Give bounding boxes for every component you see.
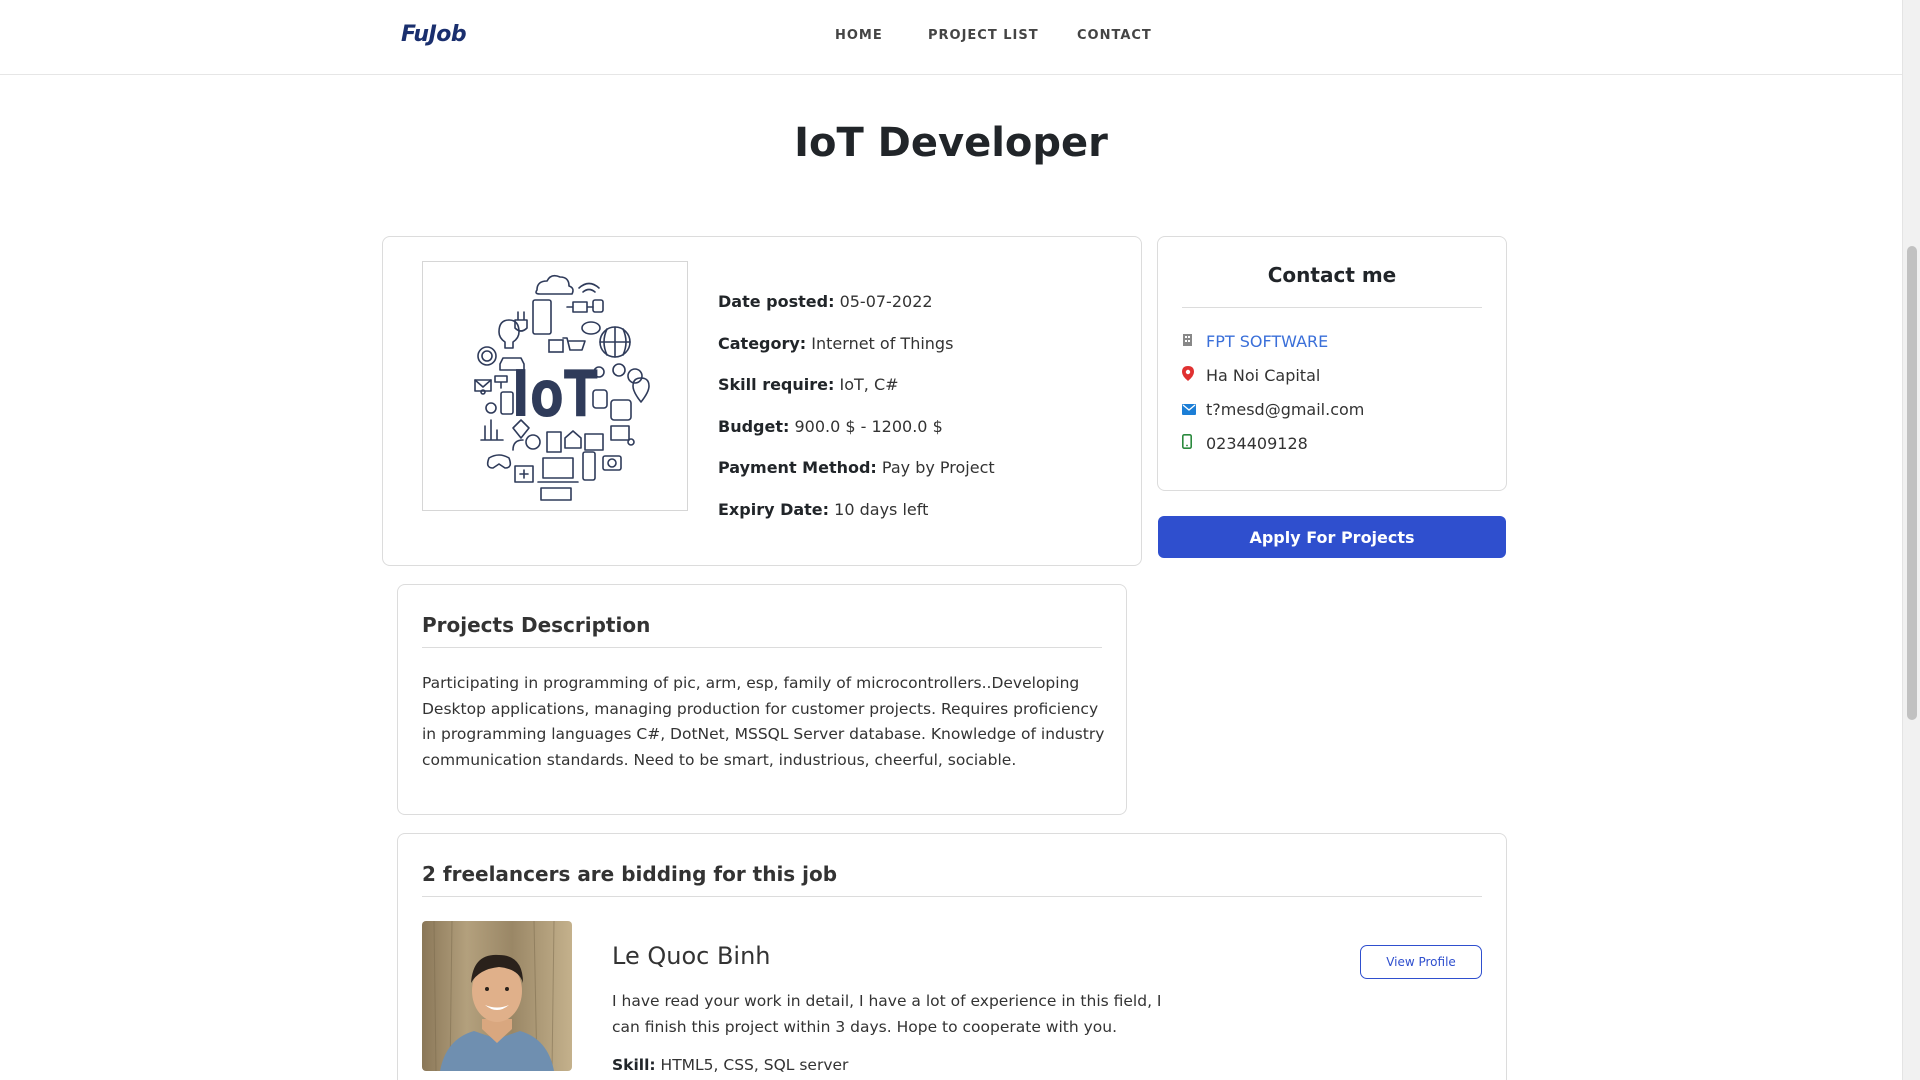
map-pin-icon xyxy=(1182,366,1206,385)
nav-contact[interactable]: CONTACT xyxy=(1077,28,1152,43)
envelope-icon xyxy=(1182,400,1206,419)
divider xyxy=(422,896,1482,897)
detail-category: Category: Internet of Things xyxy=(718,334,995,376)
description-text: Participating in programming of pic, arm… xyxy=(422,674,1105,769)
iot-image-label: IoT xyxy=(511,358,598,432)
divider xyxy=(1182,307,1482,308)
detail-value: Internet of Things xyxy=(811,333,954,353)
view-profile-button[interactable]: View Profile xyxy=(1360,945,1482,979)
scrollbar-thumb[interactable] xyxy=(1907,246,1917,720)
detail-value: Pay by Project xyxy=(881,458,995,477)
detail-payment-method: Payment Method: Pay by Project xyxy=(718,458,995,500)
company-link[interactable]: FPT SOFTWARE xyxy=(1206,332,1328,351)
detail-date-posted: Date posted: 05-07-2022 xyxy=(718,292,995,334)
contact-card: Contact me FPT SOFTWARE Ha Noi Capital t… xyxy=(1157,236,1507,491)
email-text: t?mesd@gmail.com xyxy=(1206,400,1365,419)
project-info-card: IoT Date posted: 05-07-2022 Category: In… xyxy=(382,236,1142,566)
page-title: IoT Developer xyxy=(794,120,1108,166)
detail-skill-require: Skill require: IoT, C# xyxy=(718,375,995,417)
project-image: IoT xyxy=(422,261,688,511)
contact-phone: 0234409128 xyxy=(1182,434,1364,468)
detail-value: 10 days left xyxy=(834,499,929,519)
contact-email: t?mesd@gmail.com xyxy=(1182,400,1364,434)
detail-label: Payment Method: xyxy=(718,458,877,477)
project-details: Date posted: 05-07-2022 Category: Intern… xyxy=(718,292,995,541)
nav-project-list[interactable]: PROJECT LIST xyxy=(928,28,1039,43)
detail-label: Expiry Date: xyxy=(718,499,830,519)
contact-title: Contact me xyxy=(1267,263,1397,287)
detail-budget: Budget: 900.0 $ - 1200.0 $ xyxy=(718,417,995,459)
page-scrollbar[interactable] xyxy=(1902,0,1920,1080)
contact-location: Ha Noi Capital xyxy=(1182,366,1364,400)
detail-value: 900.0 $ - 1200.0 $ xyxy=(794,416,943,436)
logo[interactable]: FuJob xyxy=(401,22,467,47)
detail-expiry-date: Expiry Date: 10 days left xyxy=(718,500,995,542)
nav-home[interactable]: HOME xyxy=(835,28,883,43)
phone-icon xyxy=(1182,434,1206,453)
skill-value: HTML5, CSS, SQL server xyxy=(660,1056,849,1074)
detail-value: IoT, C# xyxy=(839,375,899,394)
detail-label: Skill require: xyxy=(718,375,835,394)
apply-for-projects-button[interactable]: Apply For Projects xyxy=(1158,516,1506,558)
detail-value: 05-07-2022 xyxy=(839,292,933,311)
skill-label: Skill: xyxy=(612,1056,656,1074)
contact-company: FPT SOFTWARE xyxy=(1182,332,1364,366)
bids-card: 2 freelancers are bidding for this job L… xyxy=(397,833,1507,1080)
bidder-skill: Skill: HTML5, CSS, SQL server xyxy=(612,1056,848,1074)
logo-text: FuJob xyxy=(401,22,467,47)
avatar xyxy=(422,921,572,1071)
divider xyxy=(422,647,1102,648)
bids-title: 2 freelancers are bidding for this job xyxy=(422,862,838,886)
detail-label: Category: xyxy=(718,333,807,353)
contact-list: FPT SOFTWARE Ha Noi Capital t?mesd@gmail… xyxy=(1182,332,1364,468)
bidder-name: Le Quoc Binh xyxy=(612,942,771,970)
building-icon xyxy=(1182,332,1206,351)
bidder-message: I have read your work in detail, I have … xyxy=(612,992,1162,1036)
description-title: Projects Description xyxy=(422,613,651,637)
iot-illustration: IoT xyxy=(474,274,650,501)
top-navbar: FuJob HOME PROJECT LIST CONTACT xyxy=(0,0,1902,75)
location-text: Ha Noi Capital xyxy=(1206,366,1321,385)
project-description-card: Projects Description Participating in pr… xyxy=(397,584,1127,815)
detail-label: Date posted: xyxy=(718,292,835,311)
phone-text: 0234409128 xyxy=(1206,434,1308,453)
detail-label: Budget: xyxy=(718,416,790,436)
